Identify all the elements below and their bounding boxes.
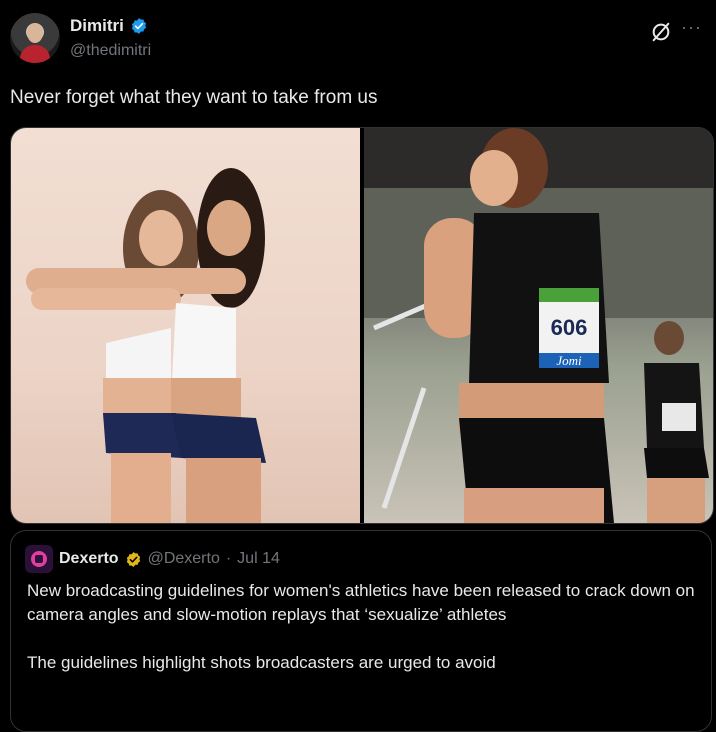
verified-badge-icon xyxy=(131,18,146,34)
author-name-line: Dimitri xyxy=(70,16,148,36)
quote-paragraph: The guidelines highlight shots broadcast… xyxy=(27,653,496,672)
quote-date: Jul 14 xyxy=(237,550,280,567)
quote-avatar xyxy=(25,545,53,573)
photo-runner-606[interactable]: 606 Jomi xyxy=(364,128,713,523)
more-options-icon[interactable]: ··· xyxy=(681,17,702,38)
quoted-tweet[interactable]: Dexerto @Dexerto · Jul 14 New broadcasti… xyxy=(10,530,712,732)
quote-body: New broadcasting guidelines for women's … xyxy=(27,579,697,699)
verified-gold-badge-icon xyxy=(126,551,140,567)
quote-paragraph: New broadcasting guidelines for women's … xyxy=(27,581,695,624)
avatar-shirt xyxy=(20,45,50,63)
quote-separator: · xyxy=(225,550,232,567)
dexerto-logo-icon xyxy=(31,551,47,567)
quote-author-handle: @Dexerto xyxy=(147,550,220,567)
photo-runner-illustration: 606 Jomi xyxy=(364,128,713,523)
photo-two-athletes-illustration xyxy=(26,168,266,523)
tweet-text: Never forget what they want to take from… xyxy=(10,87,378,108)
grok-icon[interactable] xyxy=(650,21,672,43)
avatar-face xyxy=(27,23,43,43)
bib-number: 606 xyxy=(551,315,588,340)
media-grid: 606 Jomi xyxy=(10,127,714,524)
quote-author-name: Dexerto xyxy=(59,550,119,567)
photo-two-athletes[interactable] xyxy=(11,128,360,523)
author-name[interactable]: Dimitri xyxy=(70,16,124,36)
tweet-header: Dimitri @thedimitri ··· xyxy=(10,13,706,69)
author-handle[interactable]: @thedimitri xyxy=(70,42,151,60)
quote-header: Dexerto @Dexerto · Jul 14 xyxy=(25,545,280,573)
bib-sponsor: Jomi xyxy=(556,353,582,368)
avatar[interactable] xyxy=(10,13,60,63)
